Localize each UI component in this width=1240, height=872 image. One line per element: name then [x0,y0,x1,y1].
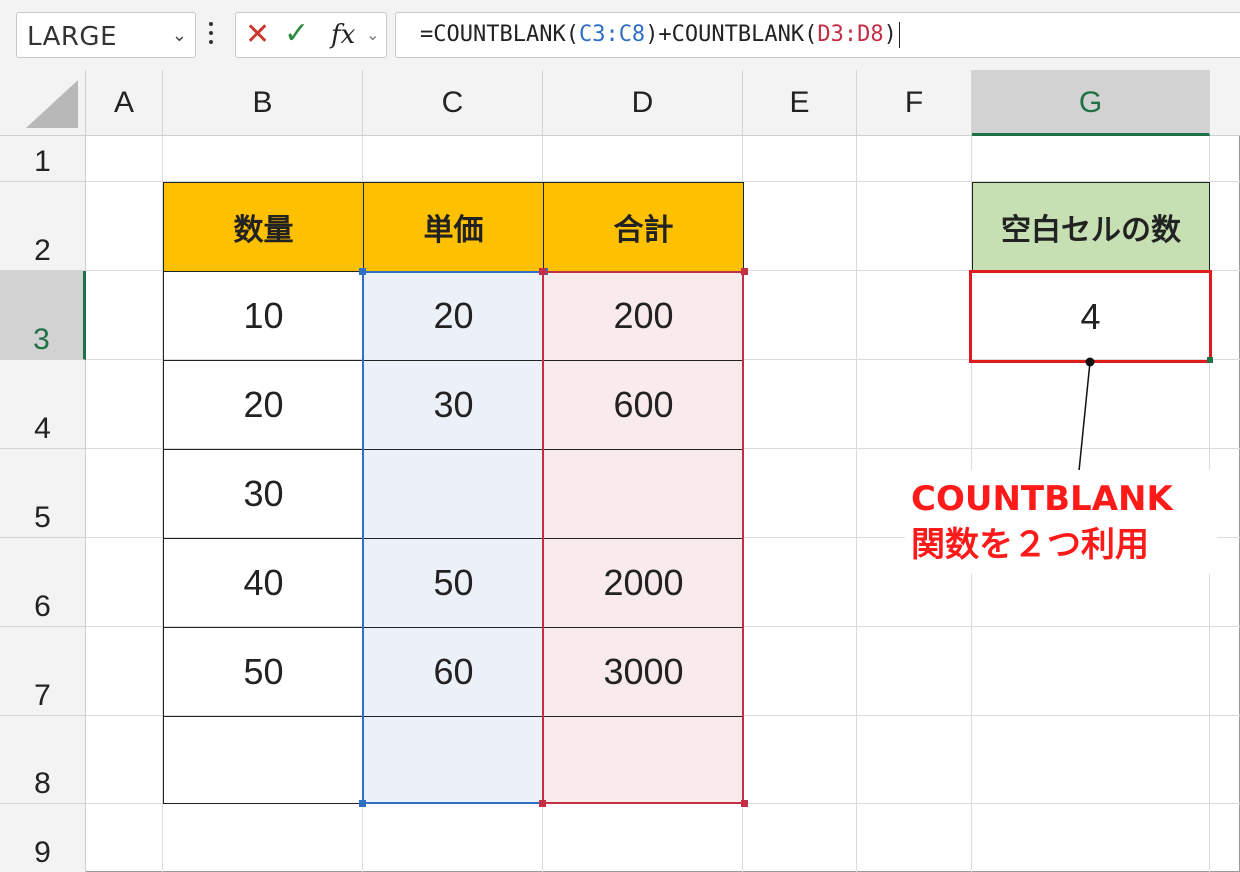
formula-controls: ✕ ✓ fx ⌄ [235,12,387,58]
fill-handle[interactable] [1207,357,1213,363]
table-cell[interactable]: 50 [363,539,544,628]
column-header-f[interactable]: F [857,70,972,136]
table-cell[interactable]: 200 [543,272,744,361]
row-header-4[interactable]: 4 [0,360,86,449]
row-number: 1 [34,145,51,178]
row-header-7[interactable]: 7 [0,627,86,716]
table-cell[interactable]: 30 [163,450,364,539]
table-cell[interactable] [543,450,744,539]
formula-part: =COUNTBLANK( [420,22,579,47]
chevron-down-icon[interactable]: ⌄ [366,25,379,44]
select-all-corner[interactable] [0,70,86,136]
callout-note: COUNTBLANK 関数を２つ利用 [905,470,1217,574]
reference-handle[interactable] [741,800,748,807]
column-header-g[interactable]: G [972,70,1210,136]
table-cell[interactable]: 40 [163,539,364,628]
column-header-c[interactable]: C [363,70,543,136]
header-cell-quantity[interactable]: 数量 [163,182,364,272]
column-header-a[interactable]: A [86,70,163,136]
formula-text: =COUNTBLANK(C3:C8)+COUNTBLANK(D3:D8) [420,22,900,48]
header-cell-unit-price[interactable]: 単価 [363,182,544,272]
row-header-6[interactable]: 6 [0,538,86,627]
row-number: 4 [34,412,51,445]
reference-handle[interactable] [359,800,366,807]
row-number: 8 [34,767,51,800]
row-header-2[interactable]: 2 [0,182,86,271]
row-number: 7 [34,679,51,712]
column-header-h[interactable] [1210,70,1240,136]
table-cell[interactable] [163,717,364,804]
chevron-down-icon[interactable]: ⌄ [172,25,187,46]
name-box[interactable]: LARGE ⌄ [16,12,196,58]
table-cell[interactable]: 10 [163,272,364,361]
more-options-icon[interactable] [207,20,215,50]
row-number: 6 [34,590,51,623]
table-cell[interactable] [363,450,544,539]
text-caret [898,22,900,48]
reference-handle[interactable] [539,268,546,275]
callout-line-2: 関数を２つ利用 [911,525,1149,565]
cancel-icon[interactable]: ✕ [245,17,270,52]
confirm-check-icon[interactable]: ✓ [284,16,309,51]
header-cell-total[interactable]: 合計 [543,182,744,272]
table-cell[interactable]: 30 [363,361,544,450]
table-cell[interactable] [363,717,544,804]
name-box-value: LARGE [27,22,118,52]
formula-bar-area: LARGE ⌄ ✕ ✓ fx ⌄ =COUNTBLANK(C3:C8)+COUN… [0,0,1240,70]
table-cell[interactable] [543,717,744,804]
column-header-d[interactable]: D [543,70,743,136]
callout-connector [1078,357,1095,472]
column-header-e[interactable]: E [743,70,857,136]
result-header-cell[interactable]: 空白セルの数 [972,182,1210,272]
formula-part: ) [883,22,897,47]
row-header-8[interactable]: 8 [0,716,86,804]
row-number: 3 [33,323,50,356]
row-header-5[interactable]: 5 [0,449,86,538]
result-value-cell[interactable]: 4 [969,270,1212,363]
reference-handle[interactable] [539,800,546,807]
formula-ref-d: D3:D8 [817,22,884,47]
column-header-b[interactable]: B [163,70,363,136]
row-header-1[interactable]: 1 [0,136,86,182]
row-header-3[interactable]: 3 [0,271,86,360]
table-cell[interactable]: 50 [163,628,364,717]
row-number: 9 [34,836,51,869]
row-header-9[interactable]: 9 [0,804,86,872]
callout-line-1: COUNTBLANK [911,479,1173,519]
reference-handle[interactable] [359,268,366,275]
table-cell[interactable]: 3000 [543,628,744,717]
table-cell[interactable]: 20 [363,272,544,361]
grid-line [856,136,857,872]
row-number: 2 [34,234,51,267]
insert-function-icon[interactable]: fx [331,20,355,50]
table-cell[interactable]: 2000 [543,539,744,628]
table-cell[interactable]: 60 [363,628,544,717]
table-cell[interactable]: 600 [543,361,744,450]
formula-input[interactable]: =COUNTBLANK(C3:C8)+COUNTBLANK(D3:D8) [395,12,1240,58]
row-number: 5 [34,501,51,534]
formula-ref-c: C3:C8 [578,22,646,47]
table-cell[interactable]: 20 [163,361,364,450]
reference-handle[interactable] [741,268,748,275]
formula-part: )+COUNTBLANK( [645,22,818,47]
